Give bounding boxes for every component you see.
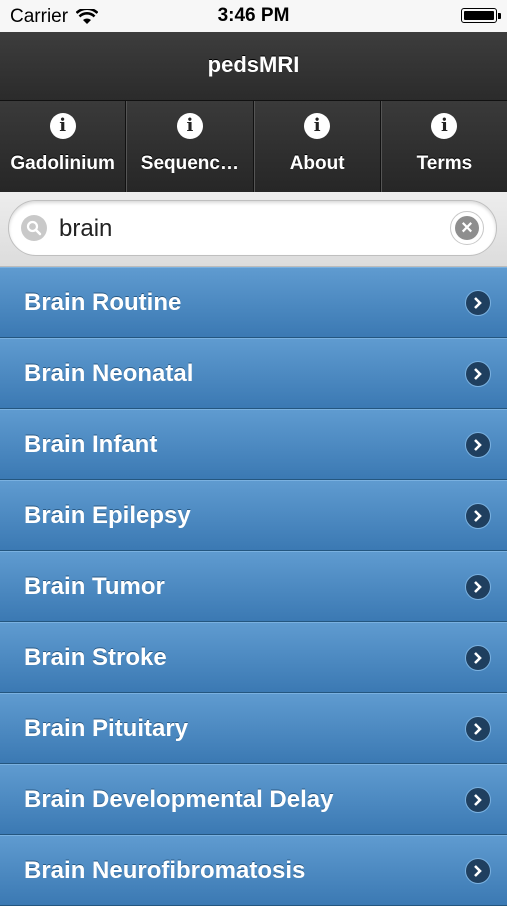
list-item[interactable]: Brain Stroke xyxy=(0,622,507,693)
info-icon: i xyxy=(431,113,458,139)
chevron-right-icon xyxy=(465,858,491,884)
search-box[interactable]: × xyxy=(8,200,497,256)
list-item[interactable]: Brain Tumor xyxy=(0,551,507,622)
tab-label: Sequenc… xyxy=(140,153,239,174)
list-item[interactable]: Brain Routine xyxy=(0,267,507,338)
list-item-label: Brain Stroke xyxy=(24,644,167,671)
list-item-label: Brain Pituitary xyxy=(24,715,189,742)
list-item[interactable]: Brain Pituitary xyxy=(0,693,507,764)
list-item-label: Brain Neonatal xyxy=(24,360,194,387)
search-input[interactable] xyxy=(57,211,441,247)
chevron-right-icon xyxy=(465,361,491,387)
list-item-label: Brain Tumor xyxy=(24,573,165,600)
search-bar: × xyxy=(0,192,507,267)
battery-icon xyxy=(461,8,497,23)
status-time: 3:46 PM xyxy=(217,5,290,26)
tab-label: Gadolinium xyxy=(10,153,115,174)
list-item-label: Brain Epilepsy xyxy=(24,502,191,529)
tab-label: Terms xyxy=(416,153,473,174)
chevron-right-icon xyxy=(465,716,491,742)
chevron-right-icon xyxy=(465,645,491,671)
info-icon: i xyxy=(304,113,331,139)
results-list: Brain Routine Brain Neonatal Brain Infan… xyxy=(0,267,507,906)
status-bar: Carrier 3:46 PM xyxy=(0,0,507,32)
clear-search-button[interactable]: × xyxy=(450,211,484,245)
list-item-label: Brain Routine xyxy=(24,289,182,316)
tab-gadolinium[interactable]: i Gadolinium xyxy=(0,101,127,193)
list-item[interactable]: Brain Infant xyxy=(0,409,507,480)
tab-terms[interactable]: i Terms xyxy=(380,101,507,193)
app-title: pedsMRI xyxy=(207,52,300,77)
chevron-right-icon xyxy=(465,574,491,600)
list-item[interactable]: Brain Developmental Delay xyxy=(0,764,507,835)
close-icon: × xyxy=(455,216,479,240)
chevron-right-icon xyxy=(465,787,491,813)
search-icon xyxy=(21,215,47,241)
chevron-right-icon xyxy=(465,503,491,529)
list-item[interactable]: Brain Neurofibromatosis xyxy=(0,835,507,906)
chevron-right-icon xyxy=(465,432,491,458)
list-item-label: Brain Neurofibromatosis xyxy=(24,857,306,884)
list-item[interactable]: Brain Epilepsy xyxy=(0,480,507,551)
tab-about[interactable]: i About xyxy=(253,101,381,193)
info-icon: i xyxy=(49,113,76,139)
tab-label: About xyxy=(289,153,345,174)
tab-sequences[interactable]: i Sequenc… xyxy=(126,101,254,193)
chevron-right-icon xyxy=(465,290,491,316)
list-item[interactable]: Brain Neonatal xyxy=(0,338,507,409)
battery-tip xyxy=(498,13,501,19)
list-item-label: Brain Developmental Delay xyxy=(24,786,334,813)
app-header: pedsMRI xyxy=(0,32,507,100)
nav-bar: i Gadolinium i Sequenc… i About i Terms xyxy=(0,100,507,193)
list-item-label: Brain Infant xyxy=(24,431,158,458)
info-icon: i xyxy=(176,113,203,139)
